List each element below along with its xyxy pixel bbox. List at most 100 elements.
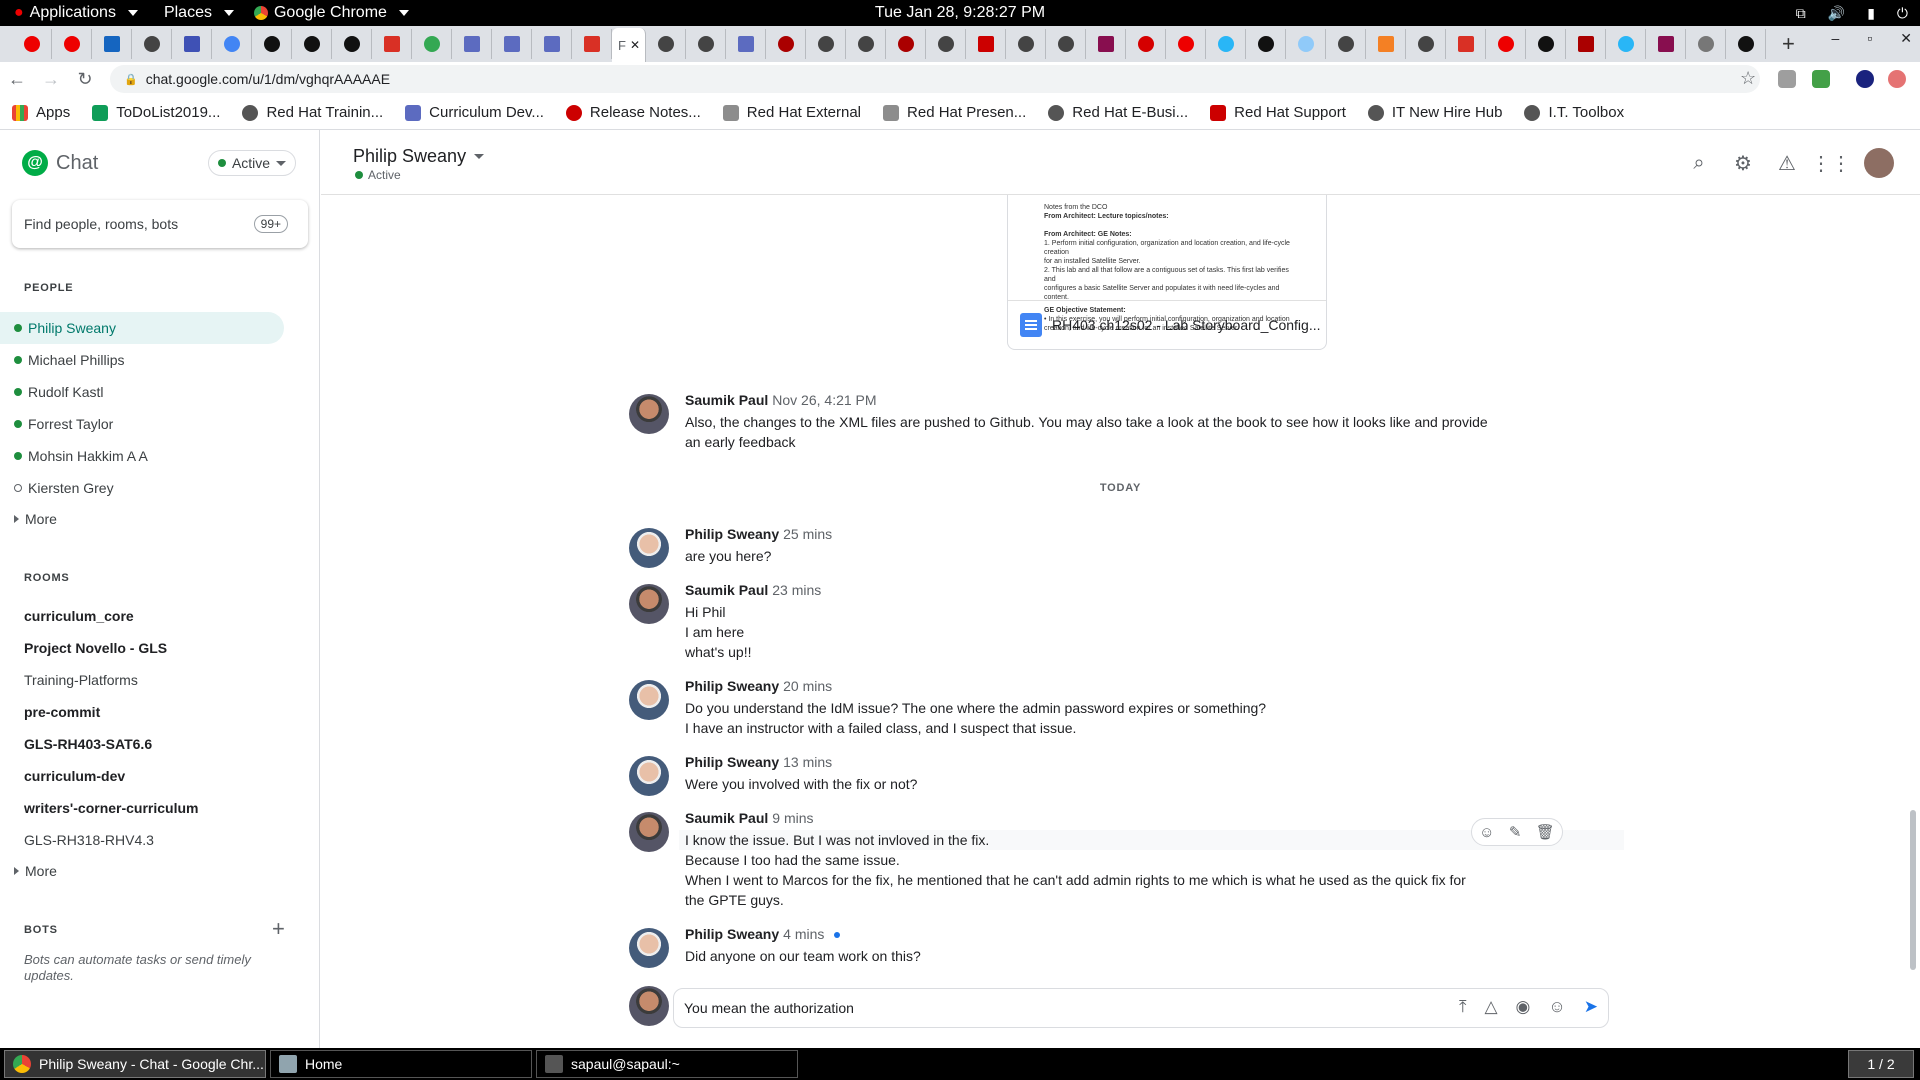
tab[interactable] xyxy=(212,29,252,59)
tab[interactable] xyxy=(1206,29,1246,59)
forward-button[interactable]: → xyxy=(34,69,68,90)
bookmark-folder-external[interactable]: Red Hat External xyxy=(722,104,861,121)
taskbar-item-chrome[interactable]: Philip Sweany - Chat - Google Chr... xyxy=(4,1050,266,1078)
drive-icon[interactable]: △ xyxy=(1484,997,1497,1017)
attachment-card[interactable]: Notes from the DCO From Architect: Lectu… xyxy=(1007,195,1327,350)
bookmark-star-icon[interactable]: ☆ xyxy=(1740,68,1756,89)
tab[interactable] xyxy=(766,29,806,59)
message-author[interactable]: Philip Sweany xyxy=(685,754,779,770)
room-gls-rh403[interactable]: GLS-RH403-SAT6.6 xyxy=(24,736,152,752)
sidebar-item-philip-sweany[interactable]: Philip Sweany xyxy=(0,312,284,344)
extension-icon[interactable] xyxy=(1812,70,1830,88)
chat-logo[interactable]: @ Chat xyxy=(22,150,98,176)
message-author[interactable]: Saumik Paul xyxy=(685,810,768,826)
tab[interactable] xyxy=(1006,29,1046,59)
omnibox[interactable]: 🔒 chat.google.com/u/1/dm/vghqrAAAAAE xyxy=(110,65,1760,93)
tab[interactable] xyxy=(1246,29,1286,59)
bookmark-folder-presentations[interactable]: Red Hat Presen... xyxy=(883,104,1026,121)
avatar[interactable] xyxy=(629,584,669,624)
avatar[interactable] xyxy=(629,928,669,968)
tab[interactable] xyxy=(1126,29,1166,59)
tab[interactable] xyxy=(1046,29,1086,59)
tab[interactable] xyxy=(686,29,726,59)
back-button[interactable]: ← xyxy=(0,69,34,90)
tab[interactable] xyxy=(926,29,966,59)
tab[interactable] xyxy=(966,29,1006,59)
chrome-app-menu[interactable]: Google Chrome xyxy=(253,4,409,22)
apps-grid-icon[interactable]: ⋮⋮ xyxy=(1811,152,1851,175)
account-avatar[interactable] xyxy=(1864,148,1894,178)
message-author[interactable]: Philip Sweany xyxy=(685,926,779,942)
tab[interactable] xyxy=(1166,29,1206,59)
upload-icon[interactable]: ⤒ xyxy=(1459,997,1467,1017)
bookmark-release-notes[interactable]: Release Notes... xyxy=(565,104,701,121)
room-training-platforms[interactable]: Training-Platforms xyxy=(24,672,138,688)
room-writers-corner[interactable]: writers'-corner-curriculum xyxy=(24,800,199,816)
room-project-novello[interactable]: Project Novello - GLS xyxy=(24,640,167,656)
sidebar-item-kiersten-grey[interactable]: Kiersten Grey xyxy=(12,472,296,504)
tab[interactable] xyxy=(532,29,572,59)
tab[interactable] xyxy=(1526,29,1566,59)
tab[interactable] xyxy=(452,29,492,59)
add-bot-button[interactable]: + xyxy=(272,916,285,942)
bookmark-training[interactable]: Red Hat Trainin... xyxy=(242,104,383,121)
message-author[interactable]: Philip Sweany xyxy=(685,526,779,542)
tab[interactable] xyxy=(1326,29,1366,59)
tab[interactable] xyxy=(52,29,92,59)
room-pre-commit[interactable]: pre-commit xyxy=(24,704,100,720)
tab[interactable] xyxy=(172,29,212,59)
tab[interactable] xyxy=(1566,29,1606,59)
tab[interactable] xyxy=(1686,29,1726,59)
tab[interactable] xyxy=(1446,29,1486,59)
tab[interactable] xyxy=(492,29,532,59)
tab[interactable] xyxy=(646,29,686,59)
bookmark-toolbox[interactable]: I.T. Toolbox xyxy=(1524,104,1624,121)
sidebar-item-rudolf-kastl[interactable]: Rudolf Kastl xyxy=(12,376,296,408)
attachment-file-bar[interactable]: RH403 ch12s02 - Lab Storyboard_Config... xyxy=(1008,300,1326,348)
conversation-title-dropdown[interactable]: Philip Sweany xyxy=(353,146,485,167)
tab[interactable] xyxy=(252,29,292,59)
tab[interactable] xyxy=(1086,29,1126,59)
applications-menu[interactable]: ● Applications xyxy=(14,4,138,22)
message-author[interactable]: Saumik Paul xyxy=(685,392,768,408)
minimize-icon[interactable]: – xyxy=(1832,30,1840,47)
extension-icon[interactable] xyxy=(1778,70,1796,88)
profile-icon[interactable] xyxy=(1856,70,1874,88)
close-icon[interactable]: ✕ xyxy=(630,38,640,52)
bookmark-new-hire[interactable]: IT New Hire Hub xyxy=(1367,104,1502,121)
status-dropdown[interactable]: Active xyxy=(208,150,296,176)
more-rooms-button[interactable]: More xyxy=(14,863,57,879)
system-tray[interactable]: ⧉ 🔊 ▮ ⏻ xyxy=(1796,0,1908,26)
sidebar-item-michael-phillips[interactable]: Michael Phillips xyxy=(12,344,296,376)
tab[interactable] xyxy=(572,29,612,59)
tab[interactable] xyxy=(886,29,926,59)
tab[interactable] xyxy=(726,29,766,59)
places-menu[interactable]: Places xyxy=(164,4,234,22)
emoji-icon[interactable]: ☺ xyxy=(1548,997,1565,1017)
feedback-icon[interactable]: ⚠ xyxy=(1776,152,1798,175)
tab[interactable] xyxy=(1366,29,1406,59)
tab[interactable] xyxy=(1486,29,1526,59)
new-tab-button[interactable]: + xyxy=(1782,31,1795,57)
avatar[interactable] xyxy=(629,394,669,434)
tab[interactable] xyxy=(372,29,412,59)
tab[interactable] xyxy=(292,29,332,59)
reload-button[interactable]: ↻ xyxy=(68,69,102,90)
message-author[interactable]: Saumik Paul xyxy=(685,582,768,598)
room-curriculum-dev[interactable]: curriculum-dev xyxy=(24,768,125,784)
tab-active[interactable]: F ✕ xyxy=(612,28,646,62)
compose-input[interactable]: You mean the authorization ⤒ △ ◉ ☺ ➤ xyxy=(673,988,1609,1028)
tab[interactable] xyxy=(12,29,52,59)
tab[interactable] xyxy=(1646,29,1686,59)
bookmark-ebusiness[interactable]: Red Hat E-Busi... xyxy=(1048,104,1188,121)
sidebar-item-forrest-taylor[interactable]: Forrest Taylor xyxy=(12,408,296,440)
tab[interactable] xyxy=(412,29,452,59)
video-meet-icon[interactable]: ◉ xyxy=(1516,997,1531,1017)
close-window-icon[interactable]: ✕ xyxy=(1900,30,1912,47)
update-icon[interactable] xyxy=(1888,70,1906,88)
room-curriculum-core[interactable]: curriculum_core xyxy=(24,608,134,624)
sidebar-item-mohsin-hakkim[interactable]: Mohsin Hakkim A A xyxy=(12,440,296,472)
avatar[interactable] xyxy=(629,528,669,568)
tab[interactable] xyxy=(1406,29,1446,59)
gear-icon[interactable]: ⚙ xyxy=(1732,152,1754,175)
